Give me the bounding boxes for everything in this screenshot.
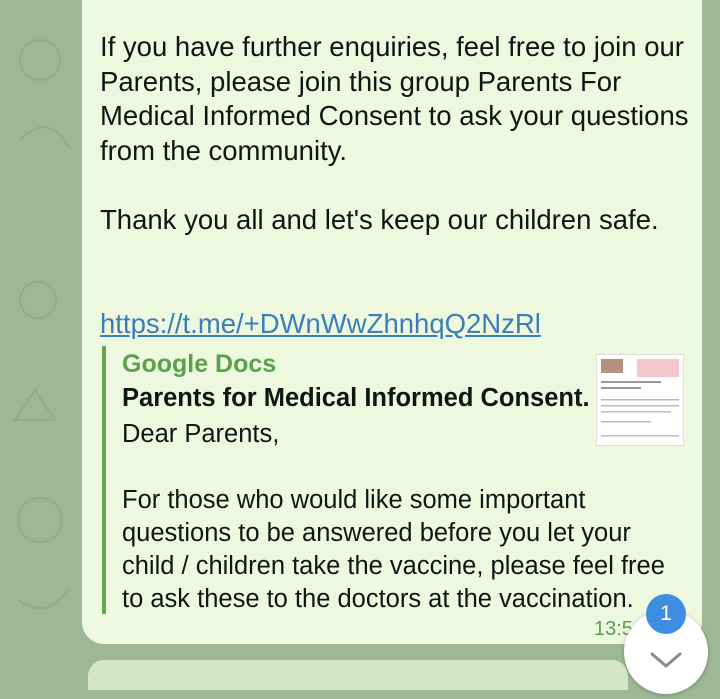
link-preview[interactable]: Google Docs Parents for Medical Informed… <box>102 346 686 614</box>
preview-site-name: Google Docs <box>122 350 277 378</box>
message-text: If you have further enquiries, feel free… <box>100 30 690 237</box>
preview-title: Parents for Medical Informed Consent. <box>122 384 590 412</box>
unread-count-badge: 1 <box>646 594 686 634</box>
message-paragraph-2: Thank you all and let's keep our childre… <box>100 203 659 235</box>
message-paragraph-1: If you have further enquiries, feel free… <box>100 31 697 166</box>
preview-thumbnail[interactable] <box>596 354 684 446</box>
document-thumbnail-image <box>601 359 679 437</box>
next-message-bubble <box>88 660 628 690</box>
group-invite-link[interactable]: https://t.me/+DWnWwZhnhqQ2NzRl <box>100 307 541 341</box>
preview-description: Dear Parents, For those who would like s… <box>122 420 665 613</box>
